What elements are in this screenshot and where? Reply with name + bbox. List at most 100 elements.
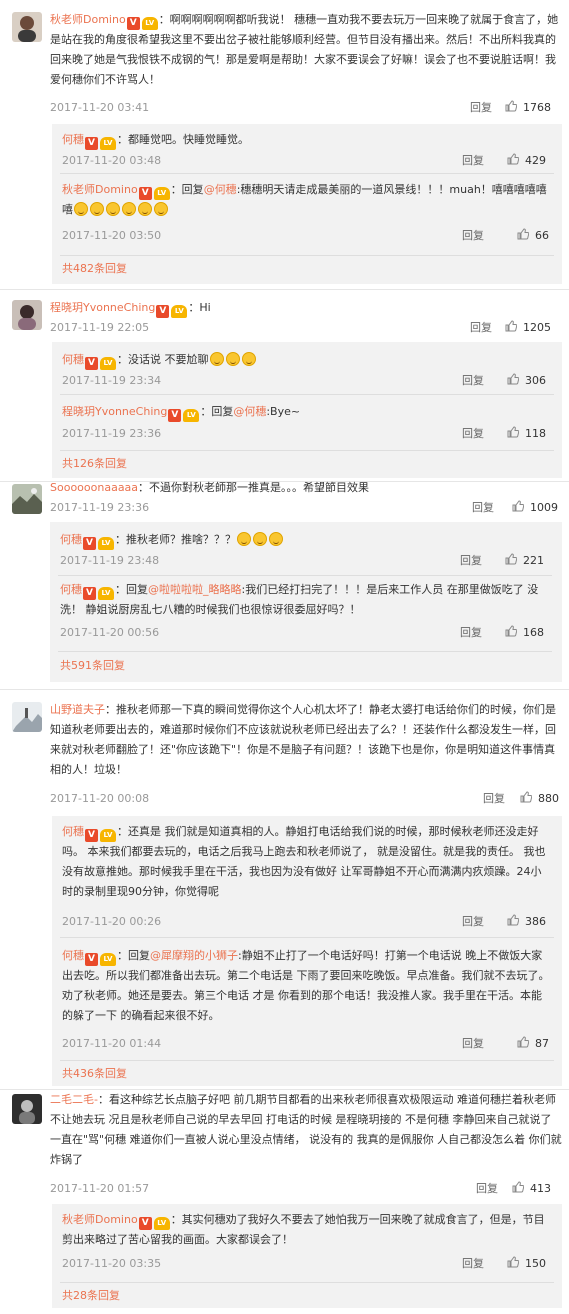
like-button[interactable]: 1205 <box>505 320 551 336</box>
mention-link[interactable]: @何穗 <box>204 183 237 196</box>
more-replies-link[interactable]: 共591条回复 <box>60 658 125 674</box>
reply-time: 2017-11-20 03:48 <box>62 154 162 167</box>
grin-emoji-icon <box>106 202 120 216</box>
reply-box: 何穗 V LV ：推秋老师？推啥？？？ 2017-11-19 23:48 回复 221 何… <box>50 522 562 682</box>
username-link[interactable]: 秋老师Domino <box>62 1213 138 1226</box>
reply-button[interactable]: 回复 <box>462 373 484 389</box>
avatar[interactable] <box>12 300 42 330</box>
avatar[interactable] <box>12 12 42 42</box>
reply-item: 何穗 V LV ：推秋老师？推啥？？？ 2017-11-19 23:48 回复 221 <box>50 522 560 572</box>
reply-button[interactable]: 回复 <box>462 1036 484 1052</box>
comment-body: 山野道夫子：推秋老师那一下真的瞬间觉得你这个人心机太坏了！静老太婆打电话给你们的… <box>50 700 562 780</box>
like-count: 1009 <box>530 501 558 514</box>
more-replies-link[interactable]: 共482条回复 <box>62 261 127 277</box>
reply-time: 2017-11-20 00:56 <box>60 626 160 639</box>
more-replies-link[interactable]: 共28条回复 <box>62 1288 120 1304</box>
like-button[interactable]: 150 <box>507 1256 546 1272</box>
like-button[interactable]: 87 <box>517 1036 549 1052</box>
comment-body: 二毛二毛-：看这种综艺长点脑子好吧 前几期节目都看的出来秋老师很喜欢极限运动 难… <box>50 1090 562 1170</box>
reply-item: 何穗 V LV ：没话说 不要尬聊 2017-11-19 23:34 回复 306 <box>52 342 562 392</box>
verified-icon: V <box>168 409 182 422</box>
reply-button[interactable]: 回复 <box>462 1256 484 1272</box>
level-icon: LV <box>98 537 114 550</box>
reply-button[interactable]: 回复 <box>462 228 484 244</box>
reply-button[interactable]: 回复 <box>470 320 492 336</box>
like-button[interactable]: 429 <box>507 153 546 169</box>
reply-text: ：回复 <box>115 583 148 596</box>
comment-thread: 程晓玥YvonneChing V LV ：Hi 2017-11-19 22:05 回复… <box>0 290 569 482</box>
username-link[interactable]: 山野道夫子 <box>50 703 105 716</box>
emoji-group <box>73 202 169 216</box>
like-count: 118 <box>525 427 546 440</box>
thumbs-up-icon <box>507 1256 519 1268</box>
mention-link[interactable]: @犀摩翔的小狮子 <box>150 949 238 962</box>
reply-button[interactable]: 回复 <box>462 914 484 930</box>
verified-icon: V <box>138 1217 152 1230</box>
verified-icon: V <box>85 953 98 966</box>
like-button[interactable]: 1009 <box>512 500 558 516</box>
comment-thread: 山野道夫子：推秋老师那一下真的瞬间觉得你这个人心机太坏了！静老太婆打电话给你们的… <box>0 690 569 1090</box>
comment-time: 2017-11-20 00:08 <box>50 792 150 805</box>
reply-text: ：回复 <box>200 405 234 418</box>
like-button[interactable]: 413 <box>512 1181 551 1197</box>
thumbs-up-icon <box>505 320 517 332</box>
username-link[interactable]: 何穗 <box>62 825 84 838</box>
mention-link[interactable]: @啦啦啦啦_略略略 <box>148 583 242 596</box>
divider <box>60 450 554 451</box>
more-replies-link[interactable]: 共436条回复 <box>62 1066 127 1082</box>
reply-button[interactable]: 回复 <box>483 791 505 807</box>
level-icon: LV <box>183 409 200 422</box>
username-link[interactable]: 何穗 <box>60 533 82 546</box>
reply-text: ：回复 <box>170 183 204 196</box>
username-link[interactable]: 秋老师Domino <box>50 13 126 26</box>
username-link[interactable]: 何穗 <box>62 353 84 366</box>
like-count: 1205 <box>523 321 551 334</box>
smile-emoji-icon <box>225 352 240 366</box>
reply-button[interactable]: 回复 <box>462 153 484 169</box>
username-link[interactable]: 秋老师Domino <box>62 183 138 196</box>
like-count: 87 <box>535 1037 549 1050</box>
reply-text: ：没话说 不要尬聊 <box>117 353 209 366</box>
like-button[interactable]: 118 <box>507 426 546 442</box>
avatar[interactable] <box>12 484 42 514</box>
like-button[interactable]: 1768 <box>505 100 551 116</box>
username-link[interactable]: 程晓玥YvonneChing <box>62 405 167 418</box>
level-icon: LV <box>100 137 116 150</box>
like-button[interactable]: 168 <box>505 625 544 641</box>
like-button[interactable]: 221 <box>505 553 544 569</box>
username-link[interactable]: 二毛二毛- <box>50 1093 98 1106</box>
comment-time: 2017-11-19 22:05 <box>50 321 150 334</box>
divider <box>60 394 554 395</box>
reply-text: ：推秋老师？推啥？？？ <box>115 533 236 546</box>
username-link[interactable]: 何穗 <box>62 133 84 146</box>
reply-button[interactable]: 回复 <box>476 1181 498 1197</box>
reply-box: 何穗 V LV ：都睡觉吧。快睡觉睡觉。 2017-11-20 03:48 回复 429 … <box>52 124 562 284</box>
like-count: 66 <box>535 229 549 242</box>
reply-button[interactable]: 回复 <box>460 553 482 569</box>
thumbs-up-icon <box>517 228 529 240</box>
reply-time: 2017-11-19 23:48 <box>60 554 160 567</box>
comment-meta: 2017-11-19 22:05 回复 1205 <box>50 320 562 336</box>
like-button[interactable]: 66 <box>517 228 549 244</box>
avatar[interactable] <box>12 702 42 732</box>
like-button[interactable]: 386 <box>507 914 546 930</box>
reply-item: 何穗 V LV ：回复@啦啦啦啦_略略略:我们已经打扫完了！！！是后来工作人员 在那里… <box>50 577 560 653</box>
reply-button[interactable]: 回复 <box>470 100 492 116</box>
username-link[interactable]: 何穗 <box>62 949 84 962</box>
reply-button[interactable]: 回复 <box>472 500 494 516</box>
mention-link[interactable]: @何穗 <box>233 405 266 418</box>
like-button[interactable]: 880 <box>520 791 559 807</box>
reply-button[interactable]: 回复 <box>462 426 484 442</box>
reply-button[interactable]: 回复 <box>460 625 482 641</box>
avatar[interactable] <box>12 1094 42 1124</box>
verified-icon: V <box>85 357 98 370</box>
reply-time: 2017-11-19 23:36 <box>62 427 162 440</box>
username-link[interactable]: 何穗 <box>60 583 82 596</box>
reply-box: 何穗 V LV ：没话说 不要尬聊 2017-11-19 23:34 回复 306 程晓玥… <box>52 342 562 478</box>
reply-item: 秋老师Domino V LV ：回复@何穗:穗穗明天请走成最美丽的一道风景线！！！mu… <box>52 176 562 252</box>
username-link[interactable]: 程晓玥YvonneChing <box>50 301 155 314</box>
username-link[interactable]: Soooooonaaaaa <box>50 481 138 494</box>
more-replies-link[interactable]: 共126条回复 <box>62 456 127 472</box>
reply-item: 程晓玥YvonneChing V LV ：回复@何穗:Bye~ 2017-11-19 … <box>52 396 562 446</box>
like-button[interactable]: 306 <box>507 373 546 389</box>
